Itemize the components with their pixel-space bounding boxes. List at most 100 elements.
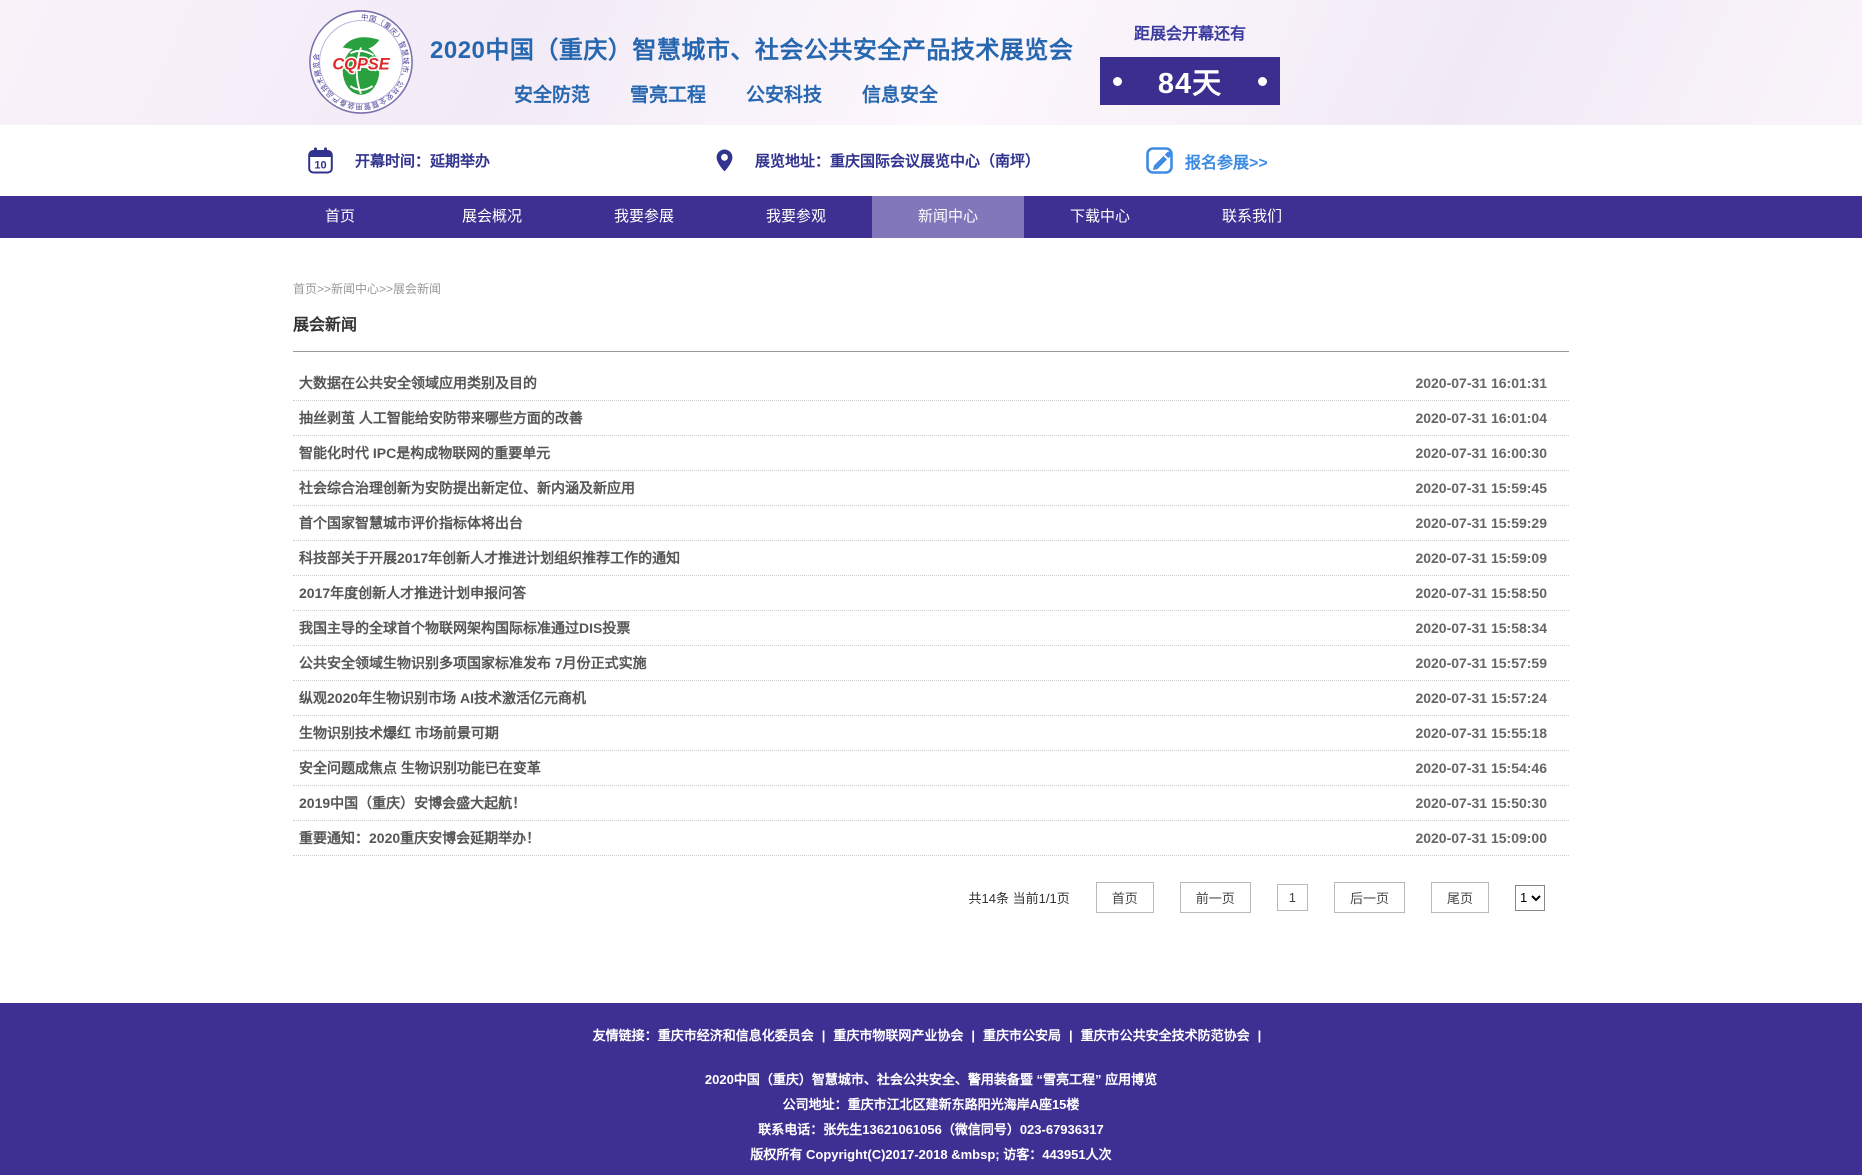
main-nav: 首页展会概况我要参展我要参观新闻中心下载中心联系我们 [264,196,1328,238]
news-row: 安全问题成焦点 生物识别功能已在变革 2020-07-31 15:54:46 [293,751,1569,786]
svg-text:10: 10 [314,160,326,172]
friend-link-separator: | [971,1028,975,1043]
site-footer: 友情链接：重庆市经济和信息化委员会 | 重庆市物联网产业协会 | 重庆市公安局 | 重庆市公… [0,1003,1862,1175]
news-timestamp: 2020-07-31 15:55:18 [1415,725,1569,741]
news-title-link[interactable]: 我国主导的全球首个物联网架构国际标准通过DIS投票 [293,618,630,638]
news-timestamp: 2020-07-31 15:57:59 [1415,655,1569,671]
address-info: 展览地址：重庆国际会议展览中心（南坪） [716,125,1040,196]
register-text[interactable]: 报名参展>> [1185,149,1268,173]
news-title-link[interactable]: 2017年度创新人才推进计划申报问答 [293,583,526,603]
news-row: 科技部关于开展2017年创新人才推进计划组织推荐工作的通知 2020-07-31 … [293,541,1569,576]
footer-phone: 联系电话：张先生13621061056（微信同号）023-67936317 [0,1122,1862,1138]
news-title-link[interactable]: 2019中国（重庆）安博会盛大起航！ [293,793,526,813]
friend-link-separator: | [822,1028,826,1043]
friend-link[interactable]: 重庆市物联网产业协会 [833,1028,963,1043]
next-page-button[interactable]: 后一页 [1334,882,1405,913]
news-timestamp: 2020-07-31 16:01:31 [1415,375,1569,391]
friend-link-separator: | [1069,1028,1073,1043]
site-title: 2020中国（重庆）智慧城市、社会公共安全产品技术展览会 [430,30,1022,65]
page-title: 展会新闻 [293,311,1569,335]
countdown-value: 84天 [1158,60,1222,102]
friend-link[interactable]: 重庆市公安局 [983,1028,1061,1043]
countdown-label: 距展会开幕还有 [1100,20,1280,44]
open-time-text: 开幕时间：延期举办 [355,150,490,171]
news-row: 公共安全领域生物识别多项国家标准发布 7月份正式实施 2020-07-31 15:… [293,646,1569,681]
news-timestamp: 2020-07-31 15:58:50 [1415,585,1569,601]
news-title-link[interactable]: 公共安全领域生物识别多项国家标准发布 7月份正式实施 [293,653,647,673]
countdown-dot-left [1113,77,1122,86]
subtitle-item: 雪亮工程 [630,80,706,107]
site-logo: 中国（重庆）智慧城市、公共安全暨警用装备产品技术展览会 CQPSE [308,9,414,115]
countdown-box: 84天 [1100,57,1280,105]
page-select[interactable]: 1 [1515,885,1545,911]
news-timestamp: 2020-07-31 15:58:34 [1415,620,1569,636]
open-time-info: 10 开幕时间：延期举办 [308,125,490,196]
news-row: 生物识别技术爆红 市场前景可期 2020-07-31 15:55:18 [293,716,1569,751]
first-page-button[interactable]: 首页 [1096,882,1154,913]
register-edit-icon [1146,147,1173,174]
friend-link[interactable]: 重庆市经济和信息化委员会 [658,1028,814,1043]
site-subtitle: 安全防范 雪亮工程 公安科技 信息安全 [430,80,1022,107]
news-row: 2019中国（重庆）安博会盛大起航！ 2020-07-31 15:50:30 [293,786,1569,821]
page-number-button[interactable]: 1 [1277,884,1308,911]
news-row: 智能化时代 IPC是构成物联网的重要单元 2020-07-31 16:00:30 [293,436,1569,471]
title-block: 2020中国（重庆）智慧城市、社会公共安全产品技术展览会 安全防范 雪亮工程 公安科… [430,30,1022,107]
subtitle-item: 安全防范 [514,80,590,107]
news-timestamp: 2020-07-31 15:50:30 [1415,795,1569,811]
news-timestamp: 2020-07-31 16:01:04 [1415,410,1569,426]
news-title-link[interactable]: 科技部关于开展2017年创新人才推进计划组织推荐工作的通知 [293,548,680,568]
breadcrumb: 首页>>新闻中心>>展会新闻 [293,280,1569,297]
nav-item-exhibit[interactable]: 我要参展 [568,196,720,238]
news-title-link[interactable]: 大数据在公共安全领域应用类别及目的 [293,373,537,393]
nav-item-visit[interactable]: 我要参观 [720,196,872,238]
news-row: 我国主导的全球首个物联网架构国际标准通过DIS投票 2020-07-31 15:5… [293,611,1569,646]
news-list: 大数据在公共安全领域应用类别及目的 2020-07-31 16:01:31 抽丝剥茧… [293,366,1569,856]
news-title-link[interactable]: 安全问题成焦点 生物识别功能已在变革 [293,758,541,778]
address-text: 展览地址：重庆国际会议展览中心（南坪） [755,150,1040,171]
site-header: 中国（重庆）智慧城市、公共安全暨警用装备产品技术展览会 CQPSE 2020中国… [0,0,1862,125]
news-title-link[interactable]: 首个国家智慧城市评价指标体将出台 [293,513,523,533]
news-timestamp: 2020-07-31 15:59:29 [1415,515,1569,531]
nav-item-home[interactable]: 首页 [264,196,416,238]
logo-badge-icon: 中国（重庆）智慧城市、公共安全暨警用装备产品技术展览会 CQPSE [308,9,414,115]
news-row: 大数据在公共安全领域应用类别及目的 2020-07-31 16:01:31 [293,366,1569,401]
friend-link[interactable]: 重庆市公共安全技术防范协会 [1081,1028,1250,1043]
news-title-link[interactable]: 纵观2020年生物识别市场 AI技术激活亿元商机 [293,688,586,708]
nav-item-news[interactable]: 新闻中心 [872,196,1024,238]
subtitle-item: 信息安全 [862,80,938,107]
news-row: 首个国家智慧城市评价指标体将出台 2020-07-31 15:59:29 [293,506,1569,541]
countdown: 距展会开幕还有 84天 [1100,20,1280,105]
friend-link-separator: | [1258,1028,1262,1043]
page: 中国（重庆）智慧城市、公共安全暨警用装备产品技术展览会 CQPSE 2020中国… [0,0,1862,1175]
title-divider [293,351,1569,352]
navbar: 首页展会概况我要参展我要参观新闻中心下载中心联系我们 [0,196,1862,238]
news-row: 纵观2020年生物识别市场 AI技术激活亿元商机 2020-07-31 15:57… [293,681,1569,716]
news-row: 抽丝剥茧 人工智能给安防带来哪些方面的改善 2020-07-31 16:01:04 [293,401,1569,436]
nav-item-contact[interactable]: 联系我们 [1176,196,1328,238]
news-timestamp: 2020-07-31 15:09:00 [1415,830,1569,846]
calendar-icon: 10 [308,147,333,174]
news-title-link[interactable]: 生物识别技术爆红 市场前景可期 [293,723,499,743]
news-timestamp: 2020-07-31 16:00:30 [1415,445,1569,461]
news-timestamp: 2020-07-31 15:59:09 [1415,550,1569,566]
nav-item-download[interactable]: 下载中心 [1024,196,1176,238]
news-title-link[interactable]: 抽丝剥茧 人工智能给安防带来哪些方面的改善 [293,408,583,428]
logo-text: CQPSE [332,56,390,74]
friend-links: 友情链接：重庆市经济和信息化委员会 | 重庆市物联网产业协会 | 重庆市公安局 | 重庆市公… [0,1025,1862,1044]
register-link[interactable]: 报名参展>> [1146,125,1268,196]
pagination: 共14条 当前1/1页 首页 前一页 1 后一页 尾页 1 [293,882,1569,913]
news-title-link[interactable]: 智能化时代 IPC是构成物联网的重要单元 [293,443,550,463]
news-timestamp: 2020-07-31 15:54:46 [1415,760,1569,776]
subtitle-item: 公安科技 [746,80,822,107]
news-title-link[interactable]: 社会综合治理创新为安防提出新定位、新内涵及新应用 [293,478,635,498]
friend-links-label: 友情链接： [593,1028,658,1043]
main-content: 首页>>新闻中心>>展会新闻 展会新闻 大数据在公共安全领域应用类别及目的 202… [0,238,1862,1003]
prev-page-button[interactable]: 前一页 [1180,882,1251,913]
news-timestamp: 2020-07-31 15:59:45 [1415,480,1569,496]
news-row: 社会综合治理创新为安防提出新定位、新内涵及新应用 2020-07-31 15:59… [293,471,1569,506]
nav-item-overview[interactable]: 展会概况 [416,196,568,238]
news-row: 2017年度创新人才推进计划申报问答 2020-07-31 15:58:50 [293,576,1569,611]
news-timestamp: 2020-07-31 15:57:24 [1415,690,1569,706]
last-page-button[interactable]: 尾页 [1431,882,1489,913]
news-title-link[interactable]: 重要通知：2020重庆安博会延期举办！ [293,828,540,848]
